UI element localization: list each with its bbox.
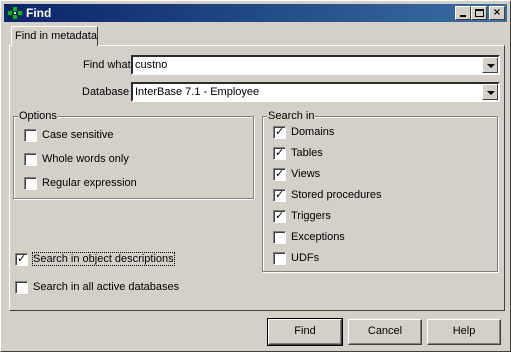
cancel-button[interactable]: Cancel (348, 319, 422, 345)
checkmark-icon: ✓ (275, 167, 285, 180)
checkbox-box[interactable] (273, 231, 286, 244)
checkbox-label: Search in object descriptions (32, 252, 175, 266)
checkbox-label: Search in all active databases (33, 281, 180, 293)
find-app-icon (8, 7, 22, 19)
checkbox-box[interactable]: ✓ (273, 209, 286, 223)
search-in-group-title: Search in (267, 110, 316, 122)
checkbox-label: Whole words only (42, 153, 129, 165)
checkbox-label: Case sensitive (42, 129, 114, 141)
checkbox-box[interactable]: ✓ (273, 167, 286, 181)
checkbox-label: UDFs (291, 252, 320, 264)
tab-label: Find in metadata (15, 30, 97, 42)
maximize-icon (475, 9, 484, 17)
chevron-down-icon (487, 91, 495, 95)
chevron-down-icon (487, 64, 495, 68)
help-button[interactable]: Help (427, 319, 501, 345)
database-label: Database (82, 86, 130, 98)
options-group-title: Options (18, 110, 58, 122)
close-icon: × (492, 7, 502, 18)
checkbox-box[interactable] (24, 153, 37, 166)
find-what-combo[interactable]: custno (131, 55, 500, 75)
checkbox-box[interactable]: ✓ (273, 188, 286, 202)
find-button[interactable]: Find (267, 318, 343, 346)
tab-find-in-metadata[interactable]: Find in metadata (11, 26, 98, 46)
find-what-dropdown-button[interactable] (482, 57, 498, 73)
database-value: InterBase 7.1 - Employee (135, 86, 260, 98)
checkbox-label: Domains (291, 126, 335, 138)
checkbox-box[interactable] (273, 252, 286, 265)
checkmark-icon: ✓ (275, 188, 285, 201)
checkbox-box[interactable] (24, 129, 37, 142)
checkmark-icon: ✓ (17, 252, 27, 265)
checkbox-box[interactable]: ✓ (15, 252, 28, 266)
database-combo[interactable]: InterBase 7.1 - Employee (131, 82, 500, 102)
checkbox-box[interactable]: ✓ (273, 125, 286, 139)
window-title: Find (26, 6, 52, 20)
minimize-icon (460, 15, 466, 17)
find-what-label: Find what (83, 59, 131, 71)
checkbox-label: Stored procedures (291, 189, 382, 201)
checkmark-icon: ✓ (275, 146, 285, 159)
find-dialog: Find × Find in metadata Find what custno… (0, 0, 511, 352)
checkbox-label: Exceptions (291, 231, 345, 243)
checkbox-label: Triggers (291, 210, 331, 222)
checkbox-label: Regular expression (42, 177, 137, 189)
close-button[interactable]: × (489, 6, 505, 20)
checkmark-icon: ✓ (275, 209, 285, 222)
title-bar[interactable]: Find × (4, 4, 507, 22)
checkmark-icon: ✓ (275, 125, 285, 138)
minimize-button[interactable] (455, 6, 471, 20)
database-dropdown-button[interactable] (482, 84, 498, 100)
find-what-value: custno (135, 59, 168, 71)
checkbox-label: Views (291, 168, 321, 180)
checkbox-box[interactable] (15, 281, 28, 294)
checkbox-label: Tables (291, 147, 323, 159)
checkbox-box[interactable]: ✓ (273, 146, 286, 160)
checkbox-box[interactable] (24, 177, 37, 190)
maximize-button[interactable] (471, 6, 487, 20)
